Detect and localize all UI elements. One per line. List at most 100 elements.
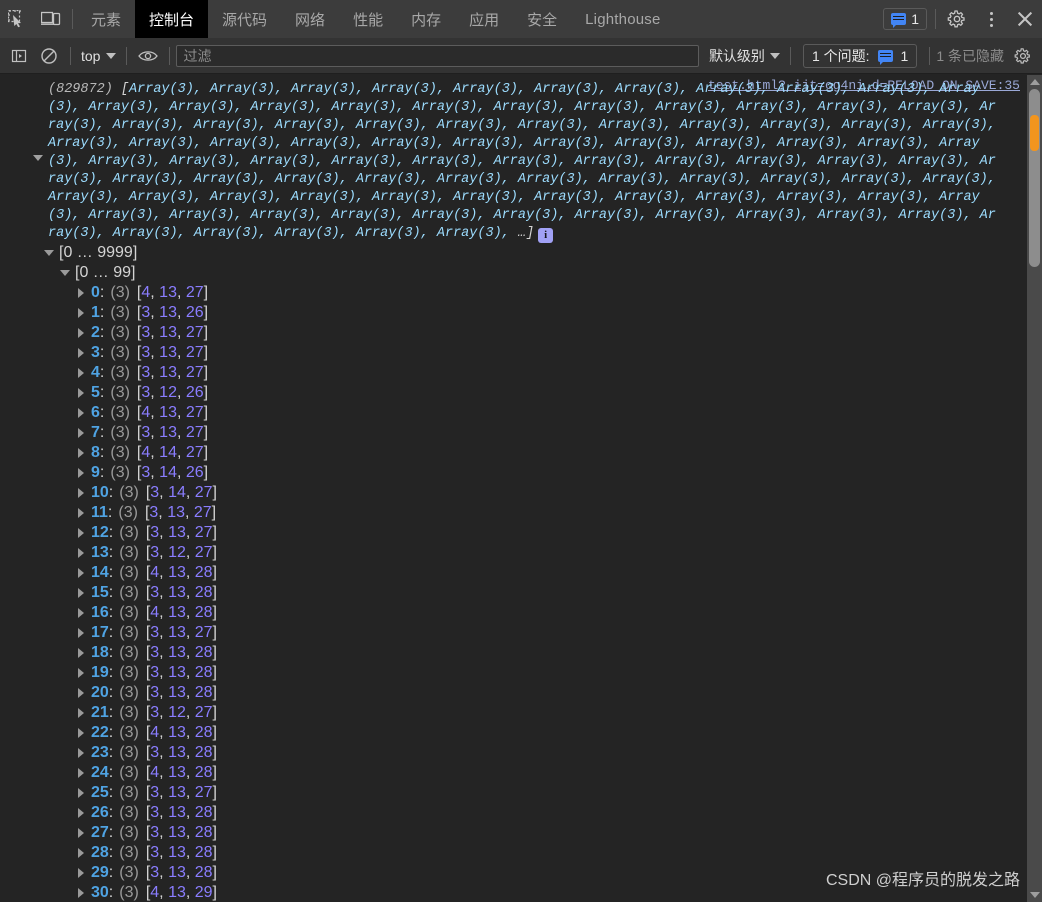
expand-triangle-icon[interactable] xyxy=(78,808,84,818)
expand-triangle-icon[interactable] xyxy=(78,508,84,518)
tree-row[interactable]: 17: (3) [3, 13, 27] xyxy=(0,623,1042,643)
expand-triangle-icon[interactable] xyxy=(78,548,84,558)
row-index: 3 xyxy=(91,344,100,361)
tree-row[interactable]: 24: (3) [4, 13, 28] xyxy=(0,763,1042,783)
tree-row[interactable]: 4: (3) [3, 13, 27] xyxy=(0,363,1042,383)
expand-triangle-icon[interactable] xyxy=(78,848,84,858)
expand-triangle-icon[interactable] xyxy=(78,288,84,298)
expand-triangle-icon[interactable] xyxy=(78,428,84,438)
scroll-down-arrow-icon[interactable] xyxy=(1030,892,1040,898)
tab-console[interactable]: 控制台 xyxy=(135,0,209,38)
tree-row[interactable]: 26: (3) [3, 13, 28] xyxy=(0,803,1042,823)
more-options-button[interactable] xyxy=(974,0,1008,38)
tree-row[interactable]: 7: (3) [3, 13, 27] xyxy=(0,423,1042,443)
tree-row[interactable]: 8: (3) [4, 14, 27] xyxy=(0,443,1042,463)
expand-triangle-icon[interactable] xyxy=(78,328,84,338)
tree-row[interactable]: 5: (3) [3, 12, 26] xyxy=(0,383,1042,403)
expand-triangle-icon[interactable] xyxy=(78,488,84,498)
console-settings-button[interactable] xyxy=(1008,47,1038,65)
tree-row[interactable]: 2: (3) [3, 13, 27] xyxy=(0,323,1042,343)
live-expression-button[interactable] xyxy=(133,49,163,63)
expand-triangle-icon[interactable] xyxy=(78,308,84,318)
tab-application[interactable]: 应用 xyxy=(455,0,513,38)
tab-lighthouse[interactable]: Lighthouse xyxy=(571,0,674,38)
tree-row[interactable]: 15: (3) [3, 13, 28] xyxy=(0,583,1042,603)
expand-triangle-icon[interactable] xyxy=(78,828,84,838)
tab-sources[interactable]: 源代码 xyxy=(208,0,281,38)
expand-triangle-icon[interactable] xyxy=(78,708,84,718)
expand-triangle-icon[interactable] xyxy=(78,448,84,458)
value-number: 4 xyxy=(141,284,151,301)
tab-memory[interactable]: 内存 xyxy=(397,0,455,38)
tree-row[interactable]: 23: (3) [3, 13, 28] xyxy=(0,743,1042,763)
tree-row[interactable]: 0: (3) [4, 13, 27] xyxy=(0,283,1042,303)
expand-triangle-icon[interactable] xyxy=(78,368,84,378)
tree-row[interactable]: 6: (3) [4, 13, 27] xyxy=(0,403,1042,423)
tree-row[interactable]: 18: (3) [3, 13, 28] xyxy=(0,643,1042,663)
expand-entry-triangle-icon[interactable] xyxy=(33,155,43,161)
expand-triangle-icon[interactable] xyxy=(78,788,84,798)
expand-triangle-icon[interactable] xyxy=(78,628,84,638)
expand-triangle-icon[interactable] xyxy=(78,668,84,678)
expand-triangle-icon[interactable] xyxy=(78,388,84,398)
tree-row[interactable]: 20: (3) [3, 13, 28] xyxy=(0,683,1042,703)
tree-row[interactable]: 10: (3) [3, 14, 27] xyxy=(0,483,1042,503)
expand-triangle-icon[interactable] xyxy=(78,888,84,898)
tree-group-0[interactable]: [0 … 9999] xyxy=(0,243,1042,263)
tree-row[interactable]: 28: (3) [3, 13, 28] xyxy=(0,843,1042,863)
tree-row[interactable]: 3: (3) [3, 13, 27] xyxy=(0,343,1042,363)
tree-row[interactable]: 30: (3) [4, 13, 29] xyxy=(0,883,1042,902)
tree-row[interactable]: 1: (3) [3, 13, 26] xyxy=(0,303,1042,323)
execution-context-selector[interactable]: top xyxy=(77,48,120,64)
expand-triangle-icon[interactable] xyxy=(78,728,84,738)
expand-triangle-icon[interactable] xyxy=(78,608,84,618)
tree-row[interactable]: 9: (3) [3, 14, 26] xyxy=(0,463,1042,483)
expand-triangle-icon[interactable] xyxy=(78,768,84,778)
expand-triangle-icon[interactable] xyxy=(78,528,84,538)
tree-row[interactable]: 29: (3) [3, 13, 28] xyxy=(0,863,1042,883)
gear-icon xyxy=(947,10,965,28)
expand-triangle-icon[interactable] xyxy=(78,468,84,478)
info-badge-icon[interactable]: i xyxy=(538,228,554,243)
scroll-up-arrow-icon[interactable] xyxy=(1030,79,1040,85)
tree-row[interactable]: 14: (3) [4, 13, 28] xyxy=(0,563,1042,583)
issues-summary-button[interactable]: 1 个问题: 1 xyxy=(802,43,918,68)
console-sidebar-toggle-button[interactable] xyxy=(4,48,34,64)
tree-group-1[interactable]: [0 … 99] xyxy=(0,263,1042,283)
expand-triangle-icon[interactable] xyxy=(78,568,84,578)
inspect-element-icon[interactable] xyxy=(0,0,34,38)
tree-row[interactable]: 21: (3) [3, 12, 27] xyxy=(0,703,1042,723)
tree-row[interactable]: 13: (3) [3, 12, 27] xyxy=(0,543,1042,563)
expand-triangle-icon[interactable] xyxy=(78,588,84,598)
device-toolbar-icon[interactable] xyxy=(34,0,68,38)
expand-triangle-icon[interactable] xyxy=(78,748,84,758)
expand-triangle-icon[interactable] xyxy=(78,348,84,358)
tree-row[interactable]: 12: (3) [3, 13, 27] xyxy=(0,523,1042,543)
row-values: [3, 13, 27] xyxy=(136,364,209,381)
filter-input[interactable] xyxy=(176,44,699,67)
tree-row[interactable]: 16: (3) [4, 13, 28] xyxy=(0,603,1042,623)
expand-triangle-icon[interactable] xyxy=(60,270,70,276)
clear-console-button[interactable] xyxy=(34,47,64,65)
expand-triangle-icon[interactable] xyxy=(78,688,84,698)
tab-elements[interactable]: 元素 xyxy=(77,0,135,38)
issues-counter-button[interactable]: 1 xyxy=(883,8,927,30)
vertical-scrollbar[interactable] xyxy=(1027,75,1042,902)
settings-button[interactable] xyxy=(940,0,974,38)
tab-network[interactable]: 网络 xyxy=(281,0,339,38)
expand-triangle-icon[interactable] xyxy=(78,868,84,878)
tab-security[interactable]: 安全 xyxy=(513,0,571,38)
close-devtools-button[interactable] xyxy=(1008,0,1042,38)
expand-triangle-icon[interactable] xyxy=(78,648,84,658)
tree-row[interactable]: 19: (3) [3, 13, 28] xyxy=(0,663,1042,683)
tree-row[interactable]: 22: (3) [4, 13, 28] xyxy=(0,723,1042,743)
row-index: 19 xyxy=(91,664,109,681)
expand-triangle-icon[interactable] xyxy=(78,408,84,418)
expand-triangle-icon[interactable] xyxy=(44,250,54,256)
array-preview[interactable]: (829872) [Array(3), Array(3), Array(3), … xyxy=(0,81,1042,243)
tab-performance[interactable]: 性能 xyxy=(339,0,397,38)
log-level-selector[interactable]: 默认级别 xyxy=(705,46,784,66)
tree-row[interactable]: 27: (3) [3, 13, 28] xyxy=(0,823,1042,843)
tree-row[interactable]: 25: (3) [3, 13, 27] xyxy=(0,783,1042,803)
tree-row[interactable]: 11: (3) [3, 13, 27] xyxy=(0,503,1042,523)
